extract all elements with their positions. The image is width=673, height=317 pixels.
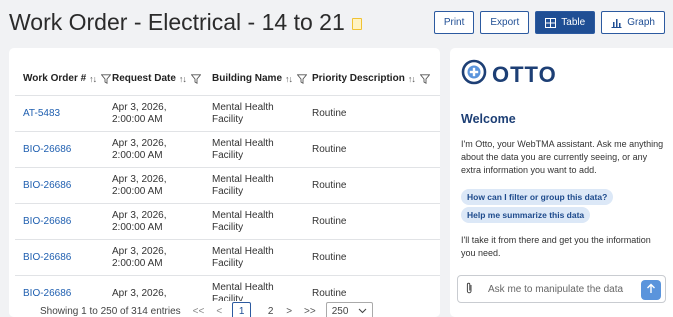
column-label: Work Order #	[23, 73, 87, 84]
otto-outro-text: I'll take it from there and get you the …	[461, 235, 651, 258]
time-line: 2:00:00 AM	[112, 185, 163, 197]
request-date-cell: Apr 3, 2026,	[110, 288, 206, 300]
request-date-cell: Apr 3, 2026, 2:00:00 AM	[110, 174, 206, 198]
column-label: Priority Description	[312, 73, 405, 84]
filter-icon[interactable]	[419, 73, 430, 84]
paperclip-icon[interactable]	[466, 282, 474, 297]
chevron-down-icon	[358, 306, 367, 317]
priority-cell: Routine	[312, 179, 347, 191]
page-2-button[interactable]: 2	[261, 302, 280, 317]
page-size-select[interactable]: 250	[325, 301, 373, 317]
priority-cell: Routine	[312, 287, 347, 299]
arrow-up-icon	[646, 283, 656, 297]
building-name-cell: Mental Health Facility	[212, 209, 274, 233]
page-1-button[interactable]: 1	[232, 301, 252, 317]
pagination-bar: Showing 1 to 250 of 314 entries << < 1 2…	[9, 301, 440, 317]
work-order-link[interactable]: BIO-26686	[15, 180, 110, 192]
sort-icon[interactable]: ↑↓	[89, 74, 97, 84]
work-order-link[interactable]: AT-5483	[15, 108, 110, 120]
table-row[interactable]: BIO-26686 Apr 3, 2026, 2:00:00 AM Mental …	[15, 240, 440, 276]
request-date-cell: Apr 3, 2026, 2:00:00 AM	[110, 246, 206, 270]
table-row[interactable]: AT-5483 Apr 3, 2026, 2:00:00 AM Mental He…	[15, 96, 440, 132]
priority-cell: Routine	[312, 251, 347, 263]
last-page-button[interactable]: >>	[304, 306, 316, 317]
date-line: Apr 3, 2026,	[112, 209, 167, 221]
work-order-table-card: Work Order # ↑↓ Request Date ↑↓ Building…	[9, 48, 440, 317]
time-line: 2:00:00 AM	[112, 221, 163, 233]
sort-icon[interactable]: ↑↓	[408, 74, 416, 84]
table-view-label: Table	[561, 17, 586, 28]
column-header-building-name[interactable]: Building Name ↑↓	[206, 73, 308, 84]
priority-cell: Routine	[312, 143, 347, 155]
send-button[interactable]	[641, 280, 661, 300]
next-page-button[interactable]: >	[286, 306, 292, 317]
column-label: Request Date	[112, 73, 176, 84]
time-line: 2:00:00 AM	[112, 257, 163, 269]
suggestion-chip-filter[interactable]: How can I filter or group this data?	[461, 189, 614, 205]
table-row[interactable]: BIO-26686 Apr 3, 2026, 2:00:00 AM Mental …	[15, 204, 440, 240]
table-row[interactable]: BIO-26686 Apr 3, 2026, 2:00:00 AM Mental …	[15, 168, 440, 204]
prev-page-button[interactable]: <	[216, 306, 222, 317]
pagination-info: Showing 1 to 250 of 314 entries	[40, 305, 181, 317]
work-order-link[interactable]: BIO-26686	[15, 288, 110, 300]
page-title: Work Order - Electrical - 14 to 21	[9, 9, 362, 36]
table-view-button[interactable]: Table	[535, 11, 596, 34]
suggestion-chip-summarize[interactable]: Help me summarize this data	[461, 207, 591, 223]
building-name-cell: Mental Health Facility	[212, 173, 274, 197]
graph-view-button[interactable]: Graph	[601, 11, 665, 34]
building-name-cell: Mental Health Facility	[212, 101, 274, 125]
filter-icon[interactable]	[190, 73, 201, 84]
first-page-button[interactable]: <<	[193, 306, 205, 317]
priority-cell: Routine	[312, 215, 347, 227]
request-date-cell: Apr 3, 2026, 2:00:00 AM	[110, 138, 206, 162]
otto-welcome-heading: Welcome	[461, 112, 516, 126]
work-order-link[interactable]: BIO-26686	[15, 252, 110, 264]
table-body: AT-5483 Apr 3, 2026, 2:00:00 AM Mental He…	[15, 96, 440, 312]
bookmark-icon[interactable]	[351, 17, 362, 30]
otto-logo: OTTO	[460, 58, 557, 91]
work-order-link[interactable]: BIO-26686	[15, 144, 110, 156]
sort-icon[interactable]: ↑↓	[285, 74, 293, 84]
time-line: 2:00:00 AM	[112, 149, 163, 161]
view-toolbar: Print Export Table Graph	[433, 11, 665, 34]
request-date-cell: Apr 3, 2026, 2:00:00 AM	[110, 102, 206, 126]
building-name-cell: Mental Health Facility	[212, 137, 274, 161]
date-line: Apr 3, 2026,	[112, 137, 167, 149]
column-label: Building Name	[212, 73, 283, 84]
table-icon	[545, 17, 557, 28]
work-order-link[interactable]: BIO-26686	[15, 216, 110, 228]
otto-brand-text: OTTO	[492, 61, 557, 87]
date-line: Apr 3, 2026,	[112, 287, 167, 299]
print-button-label: Print	[443, 17, 465, 28]
otto-chat-input[interactable]: Ask me to manipulate the data	[457, 275, 666, 303]
page-title-text: Work Order - Electrical - 14 to 21	[9, 9, 345, 35]
export-button-label: Export	[490, 17, 520, 28]
page-size-value: 250	[331, 305, 349, 317]
date-line: Apr 3, 2026,	[112, 245, 167, 257]
otto-intro-text: I'm Otto, your WebTMA assistant. Ask me …	[461, 139, 664, 175]
date-line: Apr 3, 2026,	[112, 173, 167, 185]
time-line: 2:00:00 AM	[112, 113, 163, 125]
column-header-work-order[interactable]: Work Order # ↑↓	[15, 73, 112, 84]
column-header-request-date[interactable]: Request Date ↑↓	[110, 73, 206, 84]
date-line: Apr 3, 2026,	[112, 101, 167, 113]
otto-assistant-panel: OTTO Welcome I'm Otto, your WebTMA assis…	[450, 48, 673, 317]
sort-icon[interactable]: ↑↓	[179, 74, 187, 84]
column-header-priority[interactable]: Priority Description ↑↓	[306, 73, 440, 84]
bar-chart-icon	[611, 18, 622, 28]
export-button[interactable]: Export	[480, 11, 530, 34]
otto-logo-icon	[460, 58, 488, 91]
priority-cell: Routine	[312, 107, 347, 119]
table-header: Work Order # ↑↓ Request Date ↑↓ Building…	[15, 62, 440, 96]
request-date-cell: Apr 3, 2026, 2:00:00 AM	[110, 210, 206, 234]
building-name-cell: Mental Health Facility	[212, 245, 274, 269]
table-row[interactable]: BIO-26686 Apr 3, 2026, 2:00:00 AM Mental …	[15, 132, 440, 168]
print-button[interactable]: Print	[433, 11, 475, 34]
chat-input-placeholder: Ask me to manipulate the data	[488, 283, 624, 295]
graph-view-label: Graph	[627, 17, 655, 28]
